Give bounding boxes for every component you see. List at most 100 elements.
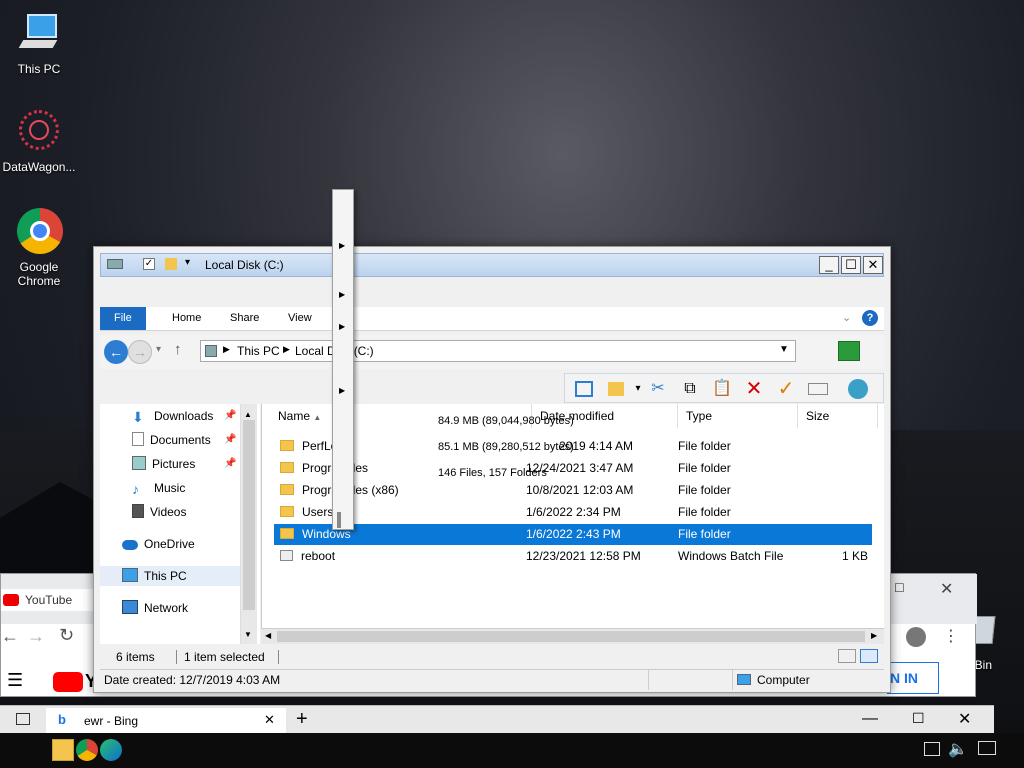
nav-item-music[interactable]: ♪ Music [132,478,185,498]
scroll-right-icon[interactable]: ▶ [871,631,877,640]
table-row[interactable]: Users 1/6/2022 2:34 PM File folder [274,502,872,523]
nav-item-downloads[interactable]: ⬇ Downloads 📌 [132,406,236,426]
maximize-icon[interactable]: ☐ [912,710,925,727]
file-explorer-taskbar-icon[interactable] [52,739,74,761]
copy-icon[interactable]: ⧉ [679,378,701,400]
back-arrow-icon[interactable]: ← [1,626,19,647]
address-bar[interactable]: ▶ This PC ▶ Local Disk (C:) ▼ [200,340,796,362]
minimize-icon[interactable]: — [862,710,878,728]
tab-actions-icon[interactable] [16,713,30,725]
tab-home[interactable]: Home [158,307,215,330]
table-row[interactable]: Progra iles (x86) 10/8/2021 12:03 AM Fil… [274,480,872,501]
submenu-arrow-icon[interactable]: ▶ [339,322,345,331]
nav-item-documents[interactable]: Documents 📌 [132,430,236,450]
nav-item-this-pc[interactable]: This PC [100,566,240,586]
minimize-button[interactable]: _ [819,256,839,274]
close-icon[interactable]: ✕ [958,709,971,729]
new-tab-icon[interactable]: + [296,708,308,731]
nav-item-pictures[interactable]: Pictures 📌 [132,454,236,474]
delete-icon[interactable]: ✕ [743,378,765,400]
submenu-arrow-icon[interactable]: ▶ [339,290,345,299]
scroll-down-icon[interactable]: ▼ [244,630,252,639]
chrome-tab-youtube[interactable]: YouTube [1,589,93,611]
nav-label: This PC [144,569,187,583]
desktop-icon-datawagon[interactable]: DataWagon... [2,108,76,174]
chrome-taskbar-icon[interactable] [76,739,98,761]
pin-icon[interactable]: 📌 [224,430,236,450]
table-row[interactable]: reboot 12/23/2021 12:58 PM Windows Batch… [274,546,872,567]
desktop-icon-this-pc[interactable]: This PC [2,10,76,76]
large-icons-view-icon[interactable] [860,649,878,663]
new-folder-quick-icon[interactable] [165,258,177,270]
hamburger-menu-icon[interactable]: ☰ [7,670,23,691]
size-tooltip: 85.1 MB (89,280,512 bytes) [438,441,574,453]
submenu-arrow-icon[interactable]: ▶ [339,241,345,250]
network-status-icon[interactable] [924,742,940,756]
maximize-icon[interactable]: ☐ [894,581,905,595]
table-row-selected[interactable]: Windows 1/6/2022 2:43 PM File folder [274,524,872,545]
details-view-icon[interactable] [838,649,856,663]
ribbon-expand-icon[interactable]: ⌄ [842,311,851,324]
file-list-hscrollbar[interactable]: ◀ ▶ [261,628,884,644]
recent-locations-icon[interactable]: ▾ [156,344,161,355]
rename-icon[interactable] [807,378,829,400]
taskbar: 🔈 [0,733,1024,768]
close-tab-icon[interactable]: ✕ [264,712,275,728]
nav-item-videos[interactable]: Videos [132,502,186,522]
nav-pane-scrollbar[interactable]: ▲ ▼ [240,404,257,644]
forward-button[interactable]: → [128,340,152,364]
reload-icon[interactable]: ↻ [59,625,74,646]
profile-avatar-icon[interactable] [906,627,926,647]
scroll-up-icon[interactable]: ▲ [244,410,252,419]
file-list: Name ▲ Date modified Type Size PerfLo 20… [261,404,884,644]
nav-item-network[interactable]: Network [122,598,188,618]
close-button[interactable]: ✕ [863,256,883,274]
back-button[interactable]: ← [104,340,128,364]
maximize-button[interactable]: ☐ [841,256,861,274]
music-icon: ♪ [132,481,139,497]
address-dropdown-icon[interactable]: ▼ [779,344,789,355]
checkmark-icon[interactable]: ✓ [775,378,797,400]
explorer-titlebar[interactable]: ✓ ▾ Local Disk (C:) _ ☐ ✕ [100,253,884,277]
folder-icon [280,462,294,473]
column-header-size[interactable]: Size [798,404,878,428]
sign-in-button[interactable]: N IN [887,662,939,694]
layout-dropdown-icon[interactable]: ▾ [627,378,649,400]
globe-icon[interactable] [847,378,869,400]
properties-quick-icon[interactable]: ✓ [143,258,155,270]
edge-tab-bing[interactable]: b ewr - Bing ✕ [46,708,286,734]
submenu-arrow-icon[interactable]: ▶ [339,386,345,395]
help-icon[interactable]: ? [862,310,878,326]
paste-icon[interactable]: 📋 [711,378,733,400]
refresh-icon[interactable] [838,341,860,361]
scroll-thumb[interactable] [243,420,255,610]
close-icon[interactable]: ✕ [940,579,953,599]
volume-muted-icon[interactable]: 🔈 [948,739,968,759]
pin-icon[interactable]: 📌 [224,454,236,474]
tab-view[interactable]: View [274,307,326,330]
cut-icon[interactable]: ✂ [647,378,669,400]
file-name-tail: iles (x86) [350,483,399,497]
forward-arrow-icon[interactable]: → [27,626,45,647]
layout-icon[interactable] [605,378,627,400]
up-arrow-icon[interactable]: ↑ [174,341,182,358]
scroll-left-icon[interactable]: ◀ [265,631,271,640]
breadcrumb-this-pc[interactable]: This PC [237,344,280,358]
customize-quick-access-icon[interactable]: ▾ [185,257,190,268]
nav-item-onedrive[interactable]: OneDrive [122,534,195,554]
tab-file[interactable]: File [100,307,146,330]
desktop-icon-label: This PC [17,62,61,76]
action-center-icon[interactable] [978,741,996,755]
edge-taskbar-icon[interactable] [100,739,122,761]
scroll-thumb[interactable] [277,631,865,642]
pin-icon[interactable]: 📌 [224,406,236,426]
table-row[interactable]: Progra iles 12/24/2021 3:47 AM File fold… [274,458,872,479]
column-header-type[interactable]: Type [678,404,798,428]
tab-share[interactable]: Share [216,307,273,330]
menu-scroll-grip[interactable] [337,512,341,528]
desktop-icon-google-chrome[interactable]: Google Chrome [2,208,76,288]
file-name: reboot [301,549,336,563]
preview-pane-icon[interactable] [573,378,595,400]
kebab-menu-icon[interactable]: ⋮ [943,626,959,646]
name-cell: Progra [280,480,338,501]
